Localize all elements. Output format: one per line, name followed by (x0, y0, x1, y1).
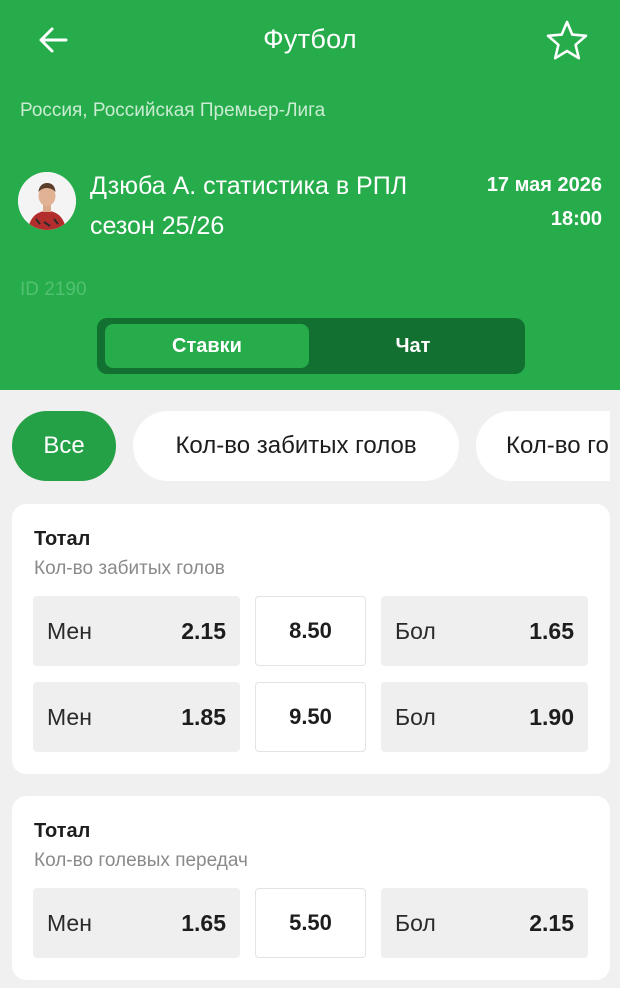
header: Футбол Россия, Российская Премьер-Лига Д… (0, 0, 620, 390)
market-subtitle: Кол-во забитых голов (34, 558, 225, 579)
filter-chip-partial[interactable]: Кол-во го (476, 411, 610, 481)
odds-under-button[interactable]: Мен 1.65 (33, 888, 240, 958)
event-title-line1: Дзюба А. статистика в РПЛ (90, 172, 408, 200)
odds-value: 1.85 (181, 704, 226, 730)
tab-switcher: Ставки Чат (97, 318, 525, 374)
total-line-value: 9.50 (289, 704, 332, 729)
odds-value: 2.15 (181, 618, 226, 644)
total-line[interactable]: 8.50 (255, 596, 366, 666)
page-title: Футбол (263, 24, 357, 54)
odds-under-button[interactable]: Мен 1.85 (33, 682, 240, 752)
odds-over-button[interactable]: Бол 1.90 (381, 682, 588, 752)
odds-value: 1.90 (529, 704, 574, 730)
odds-label: Мен (47, 618, 92, 644)
event-datetime: 17 мая 2026 18:00 (487, 168, 602, 236)
odds-over-button[interactable]: Бол 2.15 (381, 888, 588, 958)
favorite-button[interactable] (542, 16, 592, 66)
market-card: Тотал Кол-во голевых передач Мен 1.65 5.… (12, 796, 610, 980)
odds-value: 1.65 (529, 618, 574, 644)
odds-under-button[interactable]: Мен 2.15 (33, 596, 240, 666)
odds-over-button[interactable]: Бол 1.65 (381, 596, 588, 666)
odds-label: Бол (395, 910, 436, 936)
odds-label: Мен (47, 910, 92, 936)
odds-value: 2.15 (529, 910, 574, 936)
total-line[interactable]: 9.50 (255, 682, 366, 752)
event-id: ID 2190 (20, 279, 87, 300)
total-line-value: 8.50 (289, 618, 332, 643)
event-title-line2: сезон 25/26 (90, 212, 225, 240)
odds-label: Бол (395, 618, 436, 644)
odds-label: Бол (395, 704, 436, 730)
market-subtitle: Кол-во голевых передач (34, 850, 248, 871)
tab-bets[interactable]: Ставки (105, 324, 309, 368)
filter-chip-goals[interactable]: Кол-во забитых голов (133, 411, 459, 481)
tab-chat[interactable]: Чат (309, 324, 517, 368)
player-avatar (18, 172, 76, 230)
filter-chip-all[interactable]: Все (12, 411, 116, 481)
market-title: Тотал (34, 528, 91, 550)
event-date: 17 мая 2026 (486, 174, 602, 196)
event-time: 18:00 (550, 208, 602, 230)
star-outline-icon (546, 20, 588, 60)
filter-chips: Все Кол-во забитых голов Кол-во го (12, 411, 610, 483)
market-title: Тотал (34, 820, 91, 842)
league-name: Россия, Российская Премьер-Лига (20, 100, 326, 121)
total-line[interactable]: 5.50 (255, 888, 366, 958)
odds-value: 1.65 (181, 910, 226, 936)
event-title: Дзюба А. статистика в РПЛ сезон 25/26 (90, 166, 407, 246)
total-line-value: 5.50 (289, 910, 332, 935)
odds-label: Мен (47, 704, 92, 730)
market-card: Тотал Кол-во забитых голов Мен 2.15 8.50… (12, 504, 610, 774)
